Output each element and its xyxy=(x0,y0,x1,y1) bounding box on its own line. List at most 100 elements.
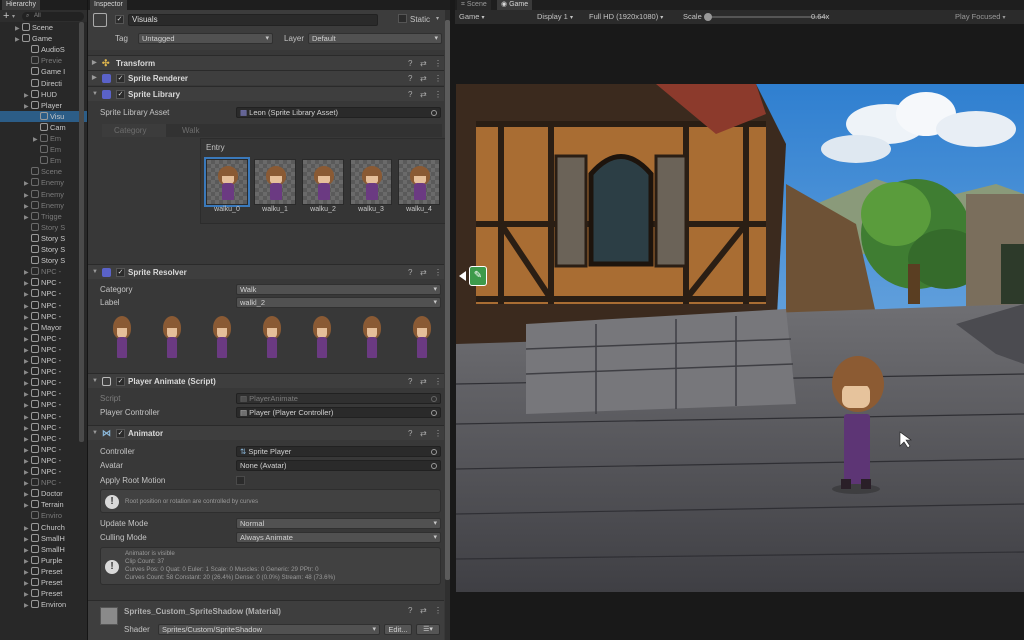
sprite-entry[interactable]: walku_3 xyxy=(350,159,392,217)
hierarchy-item[interactable]: ▶ Player xyxy=(0,100,87,111)
preset-icon[interactable]: ⇄ xyxy=(420,71,427,86)
help-icon[interactable]: ? xyxy=(408,71,412,86)
fold-arrow-icon[interactable]: ▶ xyxy=(92,56,97,71)
more-icon[interactable]: ⋮ xyxy=(434,426,442,441)
shader-dropdown[interactable]: Sprites/Custom/SpriteShadow xyxy=(158,624,380,635)
add-icon[interactable]: + xyxy=(3,10,9,22)
hierarchy-search-input[interactable]: ⌕ All xyxy=(22,12,84,21)
animator-controller-field[interactable]: ⇅ Sprite Player xyxy=(236,446,441,457)
sprite-resolver-checkbox[interactable]: ✓ xyxy=(116,268,125,277)
hierarchy-item[interactable]: ▶ Enemy xyxy=(0,177,87,188)
player-animate-checkbox[interactable]: ✓ xyxy=(116,377,125,386)
hierarchy-item[interactable]: ▶ NPC - xyxy=(0,311,87,322)
hierarchy-item[interactable]: ▶ NPC - xyxy=(0,377,87,388)
more-icon[interactable]: ⋮ xyxy=(434,87,442,102)
tab-inspector[interactable]: Inspector xyxy=(90,0,127,10)
shader-edit-button[interactable]: Edit... xyxy=(384,624,412,635)
preset-icon[interactable]: ⇄ xyxy=(420,265,427,280)
player-controller-field[interactable]: ▤ Player (Player Controller) xyxy=(236,407,441,418)
hierarchy-item[interactable]: ▶ SmallH xyxy=(0,544,87,555)
more-icon[interactable]: ⋮ xyxy=(434,606,442,615)
hierarchy-item[interactable]: Story S xyxy=(0,244,87,255)
hierarchy-item[interactable]: ▶ HUD xyxy=(0,89,87,100)
hierarchy-item[interactable]: ▶ Enemy xyxy=(0,189,87,200)
avatar-field[interactable]: None (Avatar) xyxy=(236,460,441,471)
hierarchy-item[interactable]: ▶ Doctor xyxy=(0,488,87,499)
resolution-dropdown[interactable]: Full HD (1920x1080) ▾ xyxy=(589,10,663,24)
hierarchy-item[interactable]: ▶ NPC - xyxy=(0,411,87,422)
object-picker-icon[interactable] xyxy=(431,110,437,116)
hierarchy-item[interactable]: Story S xyxy=(0,233,87,244)
expand-arrow-icon[interactable]: ▶ xyxy=(24,601,31,612)
object-name-field[interactable]: Visuals xyxy=(128,14,378,26)
more-icon[interactable]: ⋮ xyxy=(434,374,442,389)
transform-header[interactable]: ▶ ✣ Transform ? ⇄ ⋮ xyxy=(88,55,444,70)
hierarchy-item[interactable]: Story S xyxy=(0,255,87,266)
hierarchy-item[interactable]: Story S xyxy=(0,222,87,233)
hierarchy-item[interactable]: Enviro xyxy=(0,510,87,521)
hierarchy-item[interactable]: Directi xyxy=(0,78,87,89)
sprite-entry[interactable]: walku_2 xyxy=(302,159,344,217)
sprite-library-asset-field[interactable]: ▦ Leon (Sprite Library Asset) xyxy=(236,107,441,118)
hierarchy-item[interactable]: ▶ NPC - xyxy=(0,388,87,399)
resolver-sprite-option[interactable] xyxy=(162,316,182,360)
resolver-sprite-option[interactable] xyxy=(212,316,232,360)
fold-open-icon[interactable]: ▼ xyxy=(92,426,98,441)
hierarchy-item[interactable]: ▶ Terrain xyxy=(0,499,87,510)
hierarchy-item[interactable]: Em xyxy=(0,144,87,155)
hierarchy-item[interactable]: ▶ Church xyxy=(0,522,87,533)
sprite-resolver-header[interactable]: ▼ ✓ Sprite Resolver ? ⇄ ⋮ xyxy=(88,264,444,279)
hierarchy-item[interactable]: Previe xyxy=(0,55,87,66)
sprite-library-header[interactable]: ▼ ✓ Sprite Library ? ⇄ ⋮ xyxy=(88,86,444,101)
preset-icon[interactable]: ⇄ xyxy=(420,374,427,389)
resolver-category-dropdown[interactable]: Walk xyxy=(236,284,441,295)
hierarchy-item[interactable]: ▶ Environ xyxy=(0,599,87,612)
sprite-library-checkbox[interactable]: ✓ xyxy=(116,90,125,99)
dropdown-arrow-icon[interactable]: ▾ xyxy=(12,13,15,20)
hierarchy-item[interactable]: ▶ Enemy xyxy=(0,200,87,211)
hierarchy-item[interactable]: Em xyxy=(0,155,87,166)
hierarchy-item[interactable]: ▶ NPC - xyxy=(0,366,87,377)
resolver-label-dropdown[interactable]: walkl_2 xyxy=(236,297,441,308)
object-picker-icon[interactable] xyxy=(431,463,437,469)
static-dropdown-icon[interactable]: ▾ xyxy=(436,15,439,22)
resolver-sprite-option[interactable] xyxy=(412,316,432,360)
hierarchy-item[interactable]: ▶ NPC - xyxy=(0,477,87,488)
hierarchy-item[interactable]: ▶ NPC - xyxy=(0,355,87,366)
hierarchy-item[interactable]: ▶ NPC - xyxy=(0,277,87,288)
hierarchy-item[interactable]: ▶ NPC - xyxy=(0,433,87,444)
hierarchy-item[interactable]: ▶ Purple xyxy=(0,555,87,566)
hierarchy-scrollbar[interactable] xyxy=(79,22,84,442)
hierarchy-item[interactable]: ▶ NPC - xyxy=(0,300,87,311)
sprite-entry[interactable]: walku_0 xyxy=(204,157,250,217)
object-picker-icon[interactable] xyxy=(431,449,437,455)
object-picker-icon[interactable] xyxy=(431,410,437,416)
culling-mode-dropdown[interactable]: Always Animate xyxy=(236,532,441,543)
animator-header[interactable]: ▼ ⋈ ✓ Animator ? ⇄ ⋮ xyxy=(88,425,444,440)
hierarchy-item[interactable]: Game I xyxy=(0,66,87,77)
more-icon[interactable]: ⋮ xyxy=(434,265,442,280)
hierarchy-item[interactable]: ▶ Game xyxy=(0,33,87,44)
object-active-checkbox[interactable]: ✓ xyxy=(115,15,124,24)
hierarchy-item[interactable]: ▶ NPC - xyxy=(0,333,87,344)
play-focused-dropdown[interactable]: Play Focused ▾ xyxy=(955,10,1006,24)
static-checkbox[interactable] xyxy=(398,14,407,23)
hierarchy-item[interactable]: Scene xyxy=(0,166,87,177)
help-icon[interactable]: ? xyxy=(408,374,412,389)
hierarchy-item[interactable]: ▶ SmallH xyxy=(0,533,87,544)
help-icon[interactable]: ? xyxy=(408,87,412,102)
tab-game[interactable]: ◉ Game xyxy=(497,0,533,10)
help-icon[interactable]: ? xyxy=(408,56,412,71)
more-icon[interactable]: ⋮ xyxy=(434,71,442,86)
more-icon[interactable]: ⋮ xyxy=(434,56,442,71)
fold-open-icon[interactable]: ▼ xyxy=(92,374,98,389)
update-mode-dropdown[interactable]: Normal xyxy=(236,518,441,529)
hierarchy-item[interactable]: AudioS xyxy=(0,44,87,55)
tag-dropdown[interactable]: Untagged xyxy=(138,33,273,44)
hierarchy-item[interactable]: ▶ NPC - xyxy=(0,288,87,299)
game-mode-dropdown[interactable]: Game ▾ xyxy=(459,10,485,24)
hierarchy-item[interactable]: ▶ NPC - xyxy=(0,444,87,455)
help-icon[interactable]: ? xyxy=(408,265,412,280)
root-motion-checkbox[interactable] xyxy=(236,476,245,485)
layer-dropdown[interactable]: Default xyxy=(308,33,442,44)
